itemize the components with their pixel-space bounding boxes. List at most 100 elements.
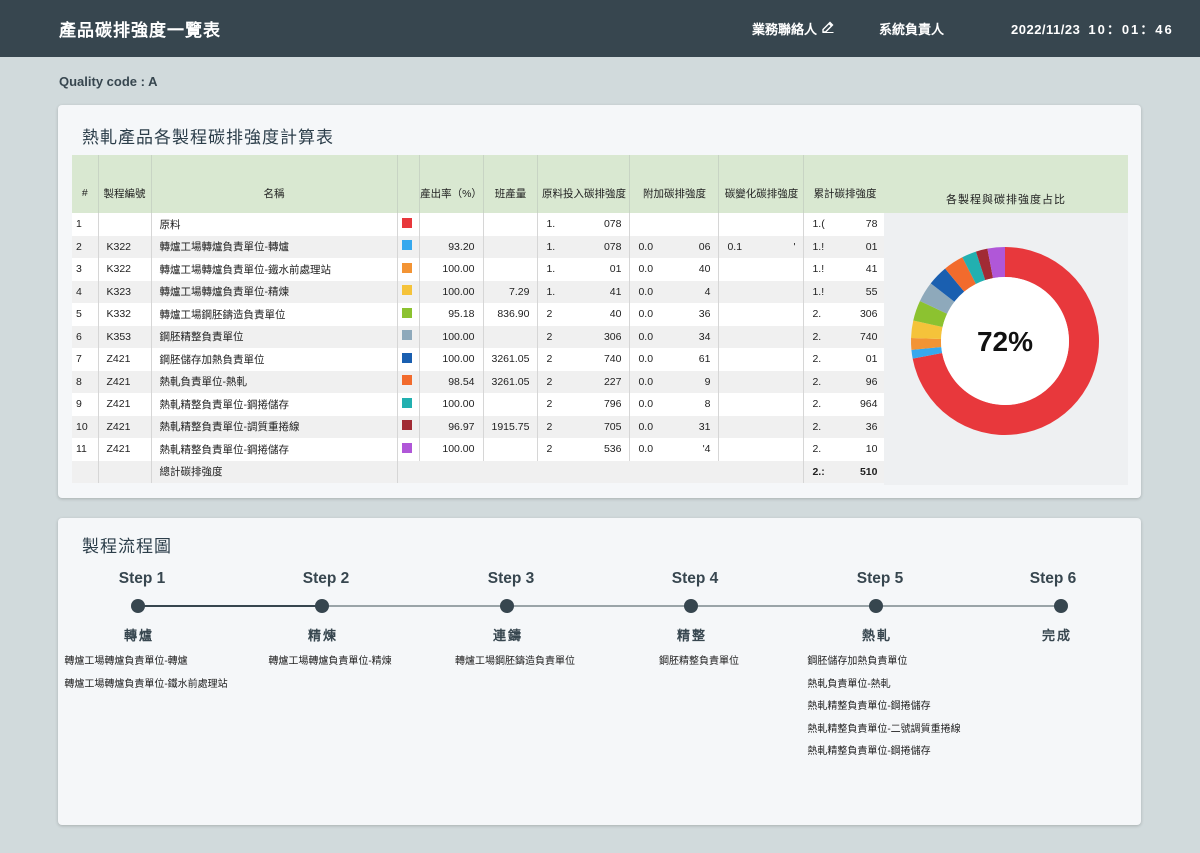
- cell-output: 836.90: [483, 303, 539, 326]
- calc-table: # 製程編號 名稱 產出率（%） 班產量 原料投入碳排強度 附加碳排強度 碳變化碳排強度 累計碳…: [72, 155, 887, 483]
- table-row[interactable]: 9 Z421 熱軋精整負責單位-鋼捲儲存 100.00 2 796 0.0 8 2. 964: [72, 393, 887, 416]
- cell-c3a: 0.1 ': [718, 235, 805, 258]
- table-row[interactable]: 7 Z421 鋼胚儲存加熱負責單位 100.00 3261.05 2 740 0.0 61 2. 0…: [72, 348, 887, 371]
- cell-name: 熱軋精整負責單位-鋼捲儲存: [151, 393, 398, 416]
- cell-c3a: [718, 370, 805, 393]
- cell-c2a: 0.0 '4: [629, 438, 720, 461]
- cell-c2a: 0.0 4: [629, 280, 720, 303]
- cell-c1a: 2 306: [537, 325, 631, 348]
- cell-part: 740: [859, 330, 878, 343]
- step-dot[interactable]: [315, 599, 329, 613]
- step-dot[interactable]: [500, 599, 514, 613]
- step-name: 連鑄: [492, 628, 524, 643]
- color-swatch: [401, 397, 412, 408]
- cell-c3a: [718, 438, 805, 461]
- step-dot[interactable]: [131, 599, 145, 613]
- cell-part: 1.: [546, 218, 556, 231]
- table-row[interactable]: 2 K322 轉爐工場轉爐負責單位-轉爐 93.20 1. 078 0.0 06 0.1 ' 1.!…: [72, 235, 887, 258]
- cell-output: 7.29: [483, 280, 539, 303]
- step-unit-item: 轉爐工場鋼胚鑄造負責單位: [455, 656, 575, 667]
- step-units: 轉爐工場轉爐負責單位-轉爐轉爐工場轉爐負責單位-鐵水前處理站: [64, 652, 227, 697]
- cell-rate: 100.00: [419, 348, 484, 371]
- share-chart-cell: 各製程與碳排強度占比 72%: [884, 155, 1128, 485]
- contact-button[interactable]: 業務聯絡人: [752, 19, 835, 38]
- cell-code: Z421: [98, 415, 152, 438]
- cell-c3a: [718, 325, 805, 348]
- cell-name: 轉爐工場轉爐負責單位-精煉: [151, 280, 398, 303]
- step-units: 鋼胚精整負責單位: [659, 652, 739, 675]
- flow-connector: [876, 605, 1061, 607]
- flow-connector: [138, 605, 322, 607]
- column-header: [397, 155, 420, 213]
- step-unit-item: 鋼胚儲存加熱負責單位: [807, 656, 908, 667]
- cell-output: 3261.05: [483, 370, 539, 393]
- cell-part: 2: [546, 443, 553, 456]
- step-label: Step 4: [671, 570, 719, 587]
- cell-name: 熱軋精整負責單位-調質重捲線: [151, 415, 398, 438]
- calc-card: 熱軋產品各製程碳排強度計算表 # 製程編號 名稱 產出率（%） 班產量 原料投入碳排強度附…: [58, 105, 1141, 498]
- cell-output: [483, 213, 539, 236]
- cell-color: [397, 258, 420, 281]
- step-name: 精煉: [307, 628, 339, 643]
- cell-c1a: 2 227: [537, 370, 631, 393]
- cell-name: 原料: [151, 213, 398, 236]
- cell-c1a: 1. 41: [537, 280, 631, 303]
- cell-c2a: 0.0 9: [629, 370, 720, 393]
- cell-c1a: 2 796: [537, 393, 631, 416]
- cell-c3a: [718, 415, 805, 438]
- cell-part: 2: [546, 420, 553, 433]
- step-dot[interactable]: [1054, 599, 1068, 613]
- cell-idx: 8: [72, 370, 99, 393]
- cell-c2a: 0.0 36: [629, 303, 720, 326]
- cell-color: [397, 438, 420, 461]
- cell-part: 227: [603, 375, 622, 388]
- flow-connector: [507, 605, 691, 607]
- step-label: Step 6: [1029, 570, 1077, 587]
- table-row[interactable]: 3 K322 轉爐工場轉爐負責單位-鐵水前處理站 100.00 1. 01 0.0 40 1.!…: [72, 258, 887, 281]
- cell-rate: 98.54: [419, 370, 484, 393]
- step-unit-item: 鋼胚精整負責單位: [659, 656, 739, 667]
- cell-part: 2.: [812, 398, 822, 411]
- cell-c2a: [629, 213, 720, 236]
- owner-button[interactable]: 系統負責人: [879, 19, 944, 38]
- cell-part: 2.: [812, 353, 822, 366]
- cell-code: Z421: [98, 393, 152, 416]
- cell-part: 10: [865, 443, 878, 456]
- cell-c1a: 2 40: [537, 303, 631, 326]
- step-unit-item: 轉爐工場轉爐負責單位-轉爐: [64, 656, 188, 667]
- cell-c2a: 0.0 31: [629, 415, 720, 438]
- donut-chart: 72%: [911, 247, 1099, 435]
- cell-rate: [419, 213, 484, 236]
- cell-rate: 93.20: [419, 235, 484, 258]
- cell-c2a: 0.0 8: [629, 393, 720, 416]
- cell-part: 964: [859, 398, 878, 411]
- cell-c4a: 1.! 55: [803, 280, 887, 303]
- step-units: 轉爐工場轉爐負責單位-精煉: [268, 652, 391, 675]
- step-dot[interactable]: [869, 599, 883, 613]
- cell-code: K323: [98, 280, 152, 303]
- table-row[interactable]: 5 K332 轉爐工場鋼胚鑄造負責單位 95.18 836.90 2 40 0.0 36 2. 30…: [72, 303, 887, 326]
- table-row[interactable]: 6 K353 鋼胚精整負責單位 100.00 2 306 0.0 34 2. 740: [72, 325, 887, 348]
- cell-rate: 100.00: [419, 325, 484, 348]
- cell-part: 1.(: [812, 218, 825, 231]
- table-row[interactable]: 11 Z421 熱軋精整負責單位-鋼捲儲存 100.00 2 536 0.0'4 2. 10: [72, 438, 887, 461]
- cell-code: Z421: [98, 438, 152, 461]
- cell-idx: 10: [72, 415, 99, 438]
- table-row[interactable]: 1 原料 1. 078 1.(78: [72, 213, 887, 236]
- cell-part: 306: [859, 308, 878, 321]
- cell-output: [483, 438, 539, 461]
- table-row[interactable]: 4 K323 轉爐工場轉爐負責單位-精煉 100.00 7.29 1. 41 0.0 4 1.! 5…: [72, 280, 887, 303]
- table-row[interactable]: 10 Z421 熱軋精整負責單位-調質重捲線 96.97 1915.75 2 705 0.0 3…: [72, 415, 887, 438]
- cell-part: 9: [704, 375, 711, 388]
- step-unit-item: 轉爐工場轉爐負責單位-鐵水前處理站: [64, 678, 228, 690]
- total-label: 總計碳排強度: [151, 460, 398, 483]
- cell-color: [397, 348, 420, 371]
- cell-c1a: 1. 01: [537, 258, 631, 281]
- cell-part: 40: [609, 308, 622, 321]
- table-row[interactable]: 8 Z421 熱軋負責單位-熱軋 98.54 3261.05 2 227 0.0 9 2. 96: [72, 370, 887, 393]
- table-header-row: # 製程編號 名稱 產出率（%） 班產量 原料投入碳排強度 附加碳排強度 碳變化碳排強度 累計碳…: [72, 155, 887, 213]
- cell-c4a: 2. 01: [803, 348, 887, 371]
- cell-part: 2.: [812, 443, 822, 456]
- cell-code: K353: [98, 325, 152, 348]
- step-dot[interactable]: [684, 599, 698, 613]
